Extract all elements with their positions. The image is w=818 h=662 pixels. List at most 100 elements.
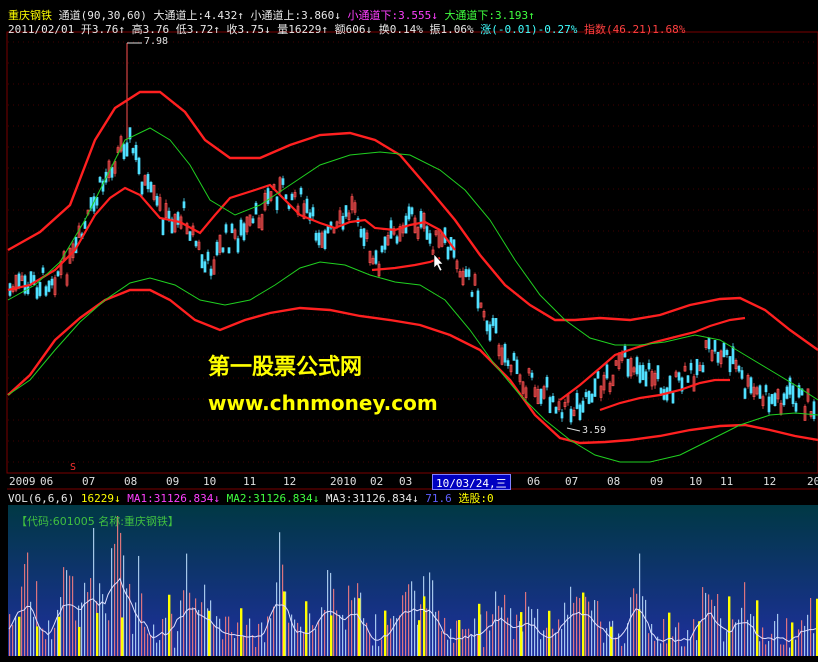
volume-bar	[546, 627, 548, 656]
volume-bar	[693, 619, 695, 656]
candle-body	[668, 375, 672, 394]
tick-label: 11	[243, 475, 257, 488]
candle-body	[242, 223, 246, 241]
candle-body	[671, 392, 675, 404]
volume-bar	[510, 608, 512, 656]
volume-bar	[66, 570, 68, 656]
volume-bar	[633, 588, 635, 656]
volume-bar	[324, 609, 326, 656]
candle-body	[194, 240, 198, 247]
volume-bar	[405, 591, 407, 656]
candle-body	[605, 364, 609, 379]
volume-bar	[447, 639, 449, 656]
candle-body	[131, 148, 135, 154]
volume-bar	[33, 616, 35, 656]
candle-body	[539, 388, 543, 404]
tick-label: 09	[650, 475, 664, 488]
candle-body	[224, 224, 228, 233]
volume-bar	[396, 618, 398, 656]
candle-body	[188, 231, 192, 241]
tick-label: 08	[607, 475, 621, 488]
quote-amplitude: 振1.06%	[429, 23, 474, 36]
volume-bar	[594, 600, 596, 656]
candle-body	[764, 385, 768, 393]
volume-bar	[93, 527, 95, 656]
volume-bar-highlight	[668, 612, 671, 656]
candle-body	[782, 393, 786, 406]
volume-bar-highlight	[638, 609, 641, 656]
volume-bar	[603, 642, 605, 656]
volume-bar	[186, 553, 188, 656]
candle-body	[182, 201, 186, 209]
candle-body	[155, 195, 159, 206]
volume-bar	[720, 618, 722, 656]
candle-body	[701, 365, 705, 373]
volume-bar	[564, 602, 566, 656]
tick-label: 2010	[330, 475, 357, 488]
volume-bar	[321, 607, 323, 656]
volume-bar	[714, 606, 716, 656]
volume-bar	[636, 593, 638, 656]
volume-bar	[576, 596, 578, 656]
candle-body	[551, 395, 555, 403]
volume-bar	[786, 618, 788, 656]
candle-body	[44, 286, 48, 296]
volume-bar	[72, 576, 74, 656]
candle-body	[788, 377, 792, 395]
candle-body	[593, 378, 597, 397]
tick-label: 11	[720, 475, 734, 488]
tick-label: 08	[124, 475, 138, 488]
candle-body	[575, 393, 579, 409]
volume-bar	[309, 613, 311, 656]
volume-bar	[63, 567, 65, 656]
volume-bar	[804, 625, 806, 656]
volume-bar-highlight	[698, 621, 701, 656]
volume-bar	[651, 624, 653, 656]
candle-body	[209, 268, 213, 276]
stock-name: 重庆钢铁	[8, 9, 52, 22]
volume-bar	[468, 628, 470, 656]
volume-bar	[531, 609, 533, 656]
select-count: 选股:0	[458, 492, 494, 505]
volume-bar-highlight	[756, 600, 759, 656]
volume-bar	[498, 605, 500, 656]
indicator-name: 通道(90,30,60)	[58, 9, 147, 22]
candle-body	[344, 205, 348, 217]
volume-bar	[15, 616, 17, 656]
volume-bar	[204, 584, 206, 656]
vol-ma3-tail: 71.6	[425, 492, 452, 505]
volume-bar	[195, 598, 197, 656]
volume-bar-highlight	[520, 612, 523, 656]
volume-bar-highlight	[423, 596, 426, 656]
volume-bar	[234, 638, 236, 656]
volume-bar	[102, 594, 104, 656]
candle-body	[419, 211, 423, 228]
candle-body	[686, 375, 690, 383]
volume-bar	[414, 590, 416, 656]
volume-bar	[570, 586, 572, 656]
volume-bar	[771, 633, 773, 656]
volume-bar-highlight	[18, 616, 21, 656]
volume-bar	[141, 593, 143, 656]
candle-body	[146, 174, 150, 190]
volume-bar	[336, 610, 338, 656]
date-axis[interactable]: 2009 06 07 08 09 10 11 12 2010 02 03 10/…	[0, 462, 818, 490]
volume-bar	[741, 607, 743, 656]
volume-bar-highlight	[240, 608, 243, 656]
volume-bar	[255, 647, 257, 656]
volume-bar	[750, 613, 752, 656]
candle-body	[203, 261, 207, 273]
volume-bar-highlight	[36, 626, 39, 656]
volume-bar	[441, 631, 443, 656]
volume-bar	[342, 614, 344, 656]
volume-bar	[264, 642, 266, 656]
volume-bar	[708, 594, 710, 656]
volume-bar	[495, 591, 497, 656]
tick-label: 12	[283, 475, 297, 488]
volume-bar	[303, 631, 305, 656]
volume-bar	[381, 639, 383, 656]
volume-bar	[48, 620, 50, 656]
volume-bar	[648, 633, 650, 656]
candle-body	[587, 390, 591, 404]
vol-ma1: MA1:31126.834↓	[127, 492, 220, 505]
